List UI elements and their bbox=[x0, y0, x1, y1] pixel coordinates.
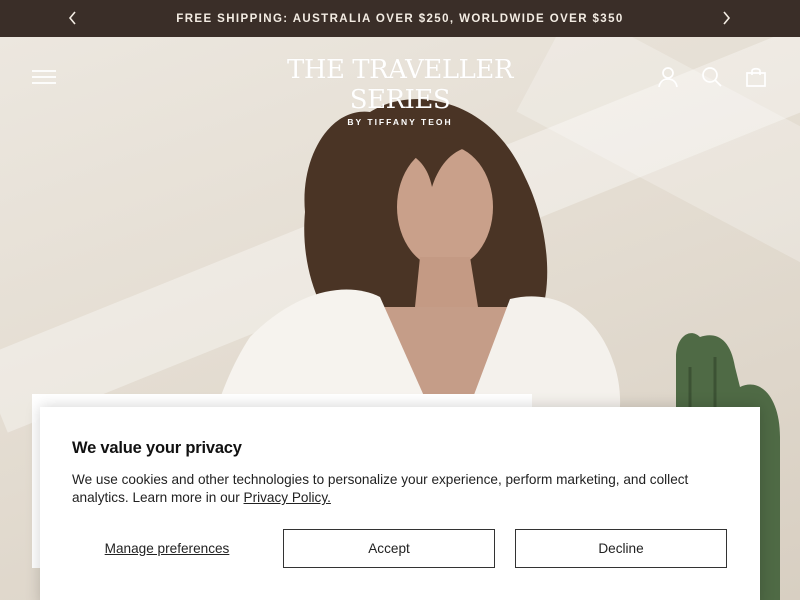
account-button[interactable] bbox=[654, 63, 682, 91]
announcement-prev-button[interactable] bbox=[63, 8, 83, 28]
shopping-bag-icon bbox=[746, 67, 766, 87]
hamburger-menu-icon bbox=[32, 70, 56, 84]
cookie-banner-title: We value your privacy bbox=[72, 439, 242, 457]
cookie-banner-actions: Manage preferences Accept Decline bbox=[72, 529, 728, 569]
chevron-right-icon bbox=[723, 11, 731, 25]
cookie-consent-banner: We value your privacy We use cookies and… bbox=[40, 407, 760, 600]
account-icon bbox=[658, 67, 678, 88]
cookie-banner-body: We use cookies and other technologies to… bbox=[72, 472, 689, 505]
manage-preferences-link[interactable]: Manage preferences bbox=[72, 529, 262, 567]
announcement-bar: FREE SHIPPING: AUSTRALIA OVER $250, WORL… bbox=[0, 0, 800, 37]
announcement-text: FREE SHIPPING: AUSTRALIA OVER $250, WORL… bbox=[176, 12, 624, 25]
logo-title: THE TRAVELLER SERIES bbox=[286, 55, 514, 115]
cookie-banner-text: We use cookies and other technologies to… bbox=[72, 471, 737, 507]
search-icon bbox=[702, 67, 722, 87]
privacy-policy-link[interactable]: Privacy Policy. bbox=[244, 490, 331, 505]
site-logo[interactable]: THE TRAVELLER SERIES BY TIFFANY TEOH bbox=[250, 55, 550, 127]
cart-button[interactable] bbox=[742, 63, 770, 91]
decline-button[interactable]: Decline bbox=[515, 529, 727, 568]
chevron-left-icon bbox=[68, 11, 76, 25]
menu-button[interactable] bbox=[30, 63, 58, 91]
site-header: THE TRAVELLER SERIES BY TIFFANY TEOH bbox=[0, 37, 800, 127]
search-button[interactable] bbox=[698, 63, 726, 91]
announcement-next-button[interactable] bbox=[716, 8, 736, 28]
logo-subtitle: BY TIFFANY TEOH bbox=[347, 117, 453, 127]
accept-button[interactable]: Accept bbox=[283, 529, 495, 568]
